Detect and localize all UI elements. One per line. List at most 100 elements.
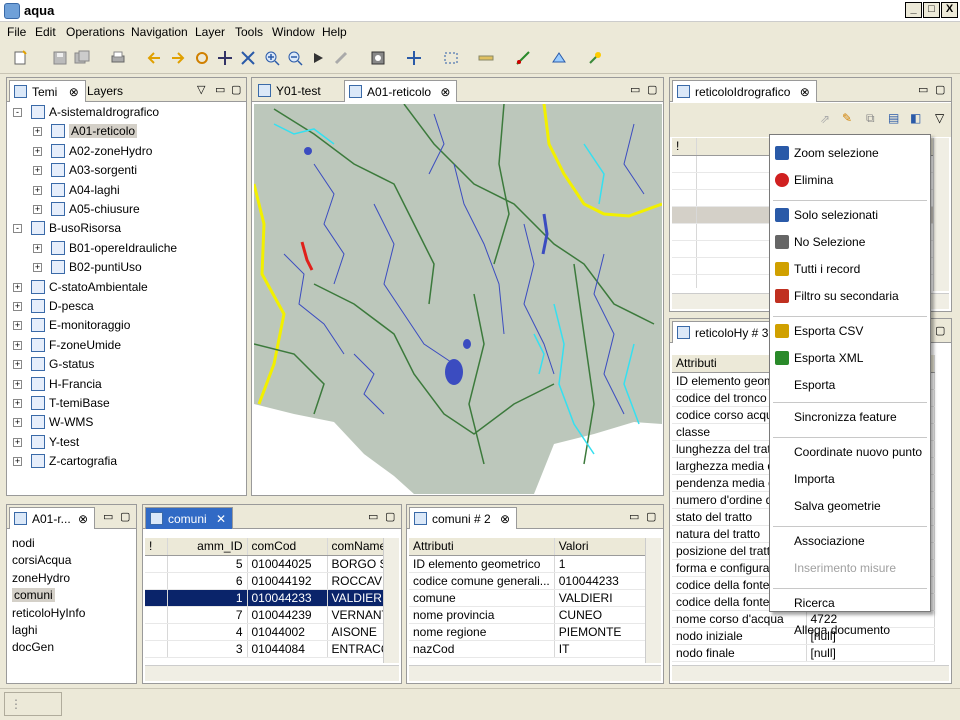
table-row[interactable]: codice comune generali... 010044233 [409,572,646,590]
close-tab-icon[interactable]: ⊗ [78,512,88,526]
vertical-scrollbar[interactable] [645,538,661,663]
view-menu-icon[interactable]: ▽ [197,83,205,96]
sublayer-item[interactable]: zoneHydro [12,571,70,585]
table-row[interactable]: nome regione PIEMONTE [409,623,646,641]
expand-icon[interactable]: ++ [13,399,22,408]
expand-icon[interactable]: ++ [33,146,42,156]
col-comname[interactable]: comName [327,538,383,556]
minimize-view-icon[interactable]: ▭ [103,510,113,523]
copy-icon[interactable]: ⧉ [866,111,875,126]
refresh-icon[interactable] [194,50,210,66]
table-row[interactable]: nome provincia CUNEO [409,606,646,624]
expand-icon[interactable]: ++ [13,418,22,428]
menu-layer[interactable]: Layer [195,25,225,39]
expand-icon[interactable]: ++ [13,360,22,370]
vertical-scrollbar[interactable] [383,538,399,663]
col-attributi[interactable]: Attributi [409,538,555,556]
move-icon[interactable] [217,50,233,66]
map-canvas[interactable] [254,104,662,494]
menu-item-elimina[interactable]: Elimina [770,170,930,191]
zoom-in-icon[interactable] [264,50,280,66]
tab-layers[interactable]: Layers [83,80,147,102]
table-row[interactable]: comune VALDIERI [409,589,646,607]
print-icon[interactable] [110,50,126,66]
menu-help[interactable]: Help [322,25,347,39]
vertical-scrollbar[interactable] [933,138,949,291]
tab-a01-r[interactable]: A01-r... ⊗ [9,507,96,529]
expand-icon[interactable]: ++ [33,263,42,273]
menu-item-coordinate-nuovo-punto[interactable]: Coordinate nuovo punto [770,442,930,463]
new-icon[interactable] [12,50,28,66]
pencil-icon[interactable]: ✎ [842,111,852,125]
table-row[interactable]: ID elemento geometrico 1 [409,555,646,573]
table-row[interactable]: 5010044025BORGO S. [145,555,383,573]
menu-item-solo-selezionati[interactable]: Solo selezionati [770,205,930,226]
expand-icon[interactable]: ++ [33,185,42,195]
maximize-view-icon[interactable]: ▢ [231,83,241,96]
menu-file[interactable]: File [7,25,26,39]
table-row[interactable]: nazCod IT [409,640,646,658]
forward-icon[interactable] [170,50,186,66]
maximize-view-icon[interactable]: ▢ [935,324,945,337]
maximize-button[interactable]: □ [923,2,940,18]
col-comcod[interactable]: comCod [247,538,328,556]
expand-icon[interactable]: ++ [33,205,42,214]
expand-icon[interactable]: ++ [13,379,22,389]
draw-icon[interactable] [515,50,531,66]
view-menu-icon[interactable]: ▽ [935,111,944,125]
minimize-view-icon[interactable]: ▭ [215,83,225,96]
menu-item-importa[interactable]: Importa [770,469,930,490]
maximize-view-icon[interactable]: ▢ [647,83,657,96]
col-bang[interactable]: ! [672,138,697,156]
horizontal-scrollbar[interactable] [672,665,949,681]
menu-operations[interactable]: Operations [66,25,125,39]
menu-item-esporta-xml[interactable]: Esporta XML [770,348,930,369]
sublayer-item[interactable]: reticoloHyInfo [12,606,85,620]
col-amm-id[interactable]: amm_ID [167,538,248,556]
maximize-view-icon[interactable]: ▢ [385,510,395,523]
zoom-out-icon[interactable] [287,50,303,66]
close-tab-icon[interactable]: ⊗ [69,85,79,99]
menu-item-salva-geometrie[interactable]: Salva geometrie [770,496,930,517]
expand-icon[interactable]: ++ [33,243,42,253]
expand-icon[interactable]: ++ [13,437,22,447]
edit-icon[interactable] [333,50,349,66]
tab-comuni[interactable]: comuni ✕ [145,507,234,529]
table-export-icon[interactable]: ▤ [888,111,899,125]
minimize-view-icon[interactable]: ▭ [368,510,378,523]
menu-item-associazione[interactable]: Associazione [770,531,930,552]
table-row[interactable]: 1 010044233 VALDIERI [145,589,383,607]
minimize-view-icon[interactable]: ▭ [629,510,639,523]
expand-icon[interactable]: ++ [13,302,22,311]
save-icon[interactable] [52,50,68,66]
minimize-view-icon[interactable]: ▭ [630,83,640,96]
menu-tools[interactable]: Tools [235,25,263,39]
layers-icon[interactable]: ◧ [910,111,921,125]
select-rect-icon[interactable] [443,50,459,66]
table-row[interactable]: 7010044239VERNANT [145,606,383,624]
collapse-icon[interactable]: -- [13,108,22,117]
menu-item-no-selezione[interactable]: No Selezione [770,232,930,253]
minimize-button[interactable]: _ [905,2,922,18]
menu-item-esporta-csv[interactable]: Esporta CSV [770,321,930,342]
menu-navigation[interactable]: Navigation [131,25,188,39]
close-tab-icon[interactable]: ⊗ [800,85,810,99]
horizontal-scrollbar[interactable] [409,665,661,681]
sublayer-item[interactable]: comuni [12,588,55,603]
minimize-view-icon[interactable]: ▭ [918,83,928,96]
menu-item-tutti-i-record[interactable]: Tutti i record [770,259,930,280]
menu-item-sincronizza-feature[interactable]: Sincronizza feature [770,407,930,428]
maximize-view-icon[interactable]: ▢ [646,510,656,523]
menu-item-zoom-selezione[interactable]: Zoom selezione [770,143,930,164]
expand-icon[interactable]: ++ [13,321,22,331]
layer-style-icon[interactable] [370,50,386,66]
close-tab-icon[interactable]: ⊗ [500,512,510,526]
table-row[interactable]: 4 01044002 AISONE [145,623,383,641]
tab-reticolo-idrografico[interactable]: reticoloIdrografico ⊗ [672,80,817,102]
menu-item-filtro-su-secondaria[interactable]: Filtro su secondaria [770,286,930,307]
save-all-icon[interactable] [74,50,90,66]
menu-window[interactable]: Window [272,25,315,39]
collapse-icon[interactable]: -- [13,224,22,234]
navigate-icon[interactable] [406,50,422,66]
menu-item-allega-documento[interactable]: Allega documento [770,620,930,641]
